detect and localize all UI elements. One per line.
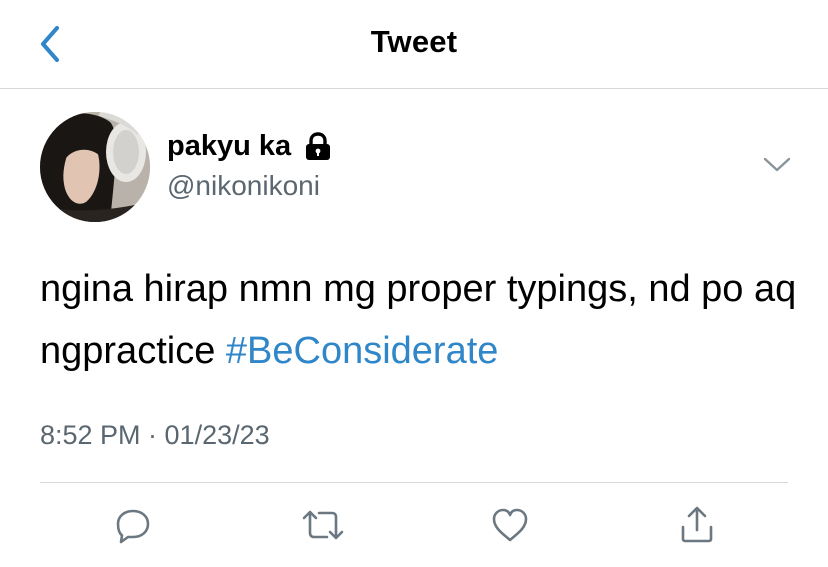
reply-button[interactable] — [108, 500, 158, 550]
divider — [40, 482, 788, 483]
like-button[interactable] — [485, 500, 535, 550]
share-icon — [681, 506, 713, 543]
display-name-text: pakyu ka — [167, 130, 292, 162]
top-navigation-bar: Tweet — [0, 0, 828, 89]
retweet-button[interactable] — [298, 500, 348, 550]
avatar[interactable] — [40, 112, 150, 222]
tweet-timestamp[interactable]: 8:52 PM · 01/23/23 — [40, 420, 270, 451]
hashtag-link[interactable]: #BeConsiderate — [226, 330, 499, 372]
retweet-icon — [302, 510, 344, 540]
tweet-text: ngina hirap nmn mg proper typings, nd po… — [40, 258, 810, 382]
reply-icon — [116, 509, 150, 544]
share-button[interactable] — [672, 500, 722, 550]
heart-icon — [492, 508, 528, 542]
display-name[interactable]: pakyu ka — [167, 130, 333, 163]
chevron-down-icon — [763, 157, 791, 172]
page-title: Tweet — [370, 24, 458, 59]
more-options-button[interactable] — [760, 150, 794, 180]
lock-icon — [303, 131, 333, 162]
user-handle[interactable]: @nikonikoni — [167, 170, 320, 202]
